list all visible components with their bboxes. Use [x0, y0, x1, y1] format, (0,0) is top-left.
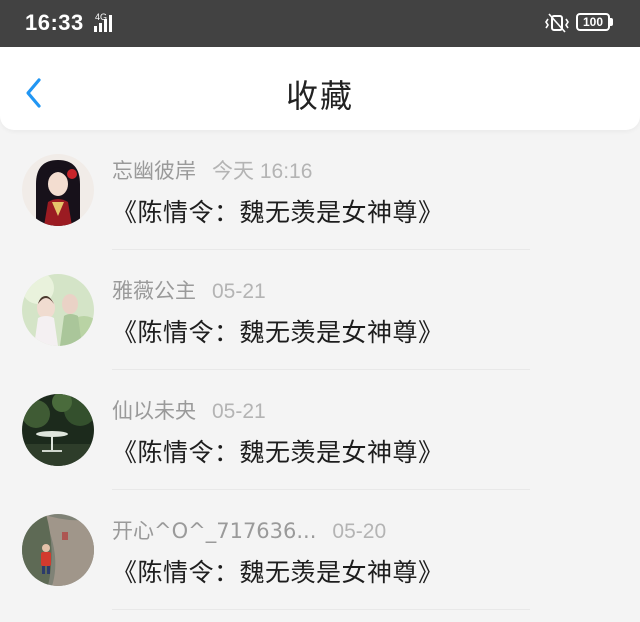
- avatar[interactable]: [22, 154, 94, 226]
- user-name[interactable]: 仙以未央: [112, 399, 196, 423]
- status-bar: 16:33 4G 100: [0, 0, 640, 47]
- item-date: 05-20: [332, 520, 387, 543]
- battery-icon: 100: [576, 13, 610, 31]
- divider: [112, 609, 530, 610]
- list-item[interactable]: 雅薇公主 05-21 《陈情令：魏无羡是女神尊》: [0, 250, 640, 370]
- item-date: 今天 16:16: [212, 160, 313, 183]
- list-item[interactable]: 开心^O^_717636... 05-20 《陈情令：魏无羡是女神尊》: [0, 490, 640, 610]
- status-time: 16:33: [25, 10, 84, 35]
- user-name[interactable]: 开心^O^_717636...: [112, 519, 316, 543]
- vibrate-icon: [545, 13, 569, 33]
- header: 收藏: [0, 47, 640, 130]
- user-name[interactable]: 忘幽彼岸: [112, 159, 196, 183]
- list-item[interactable]: 仙以未央 05-21 《陈情令：魏无羡是女神尊》: [0, 370, 640, 490]
- favorites-list: 忘幽彼岸 今天 16:16 《陈情令：魏无羡是女神尊》 雅薇公主 05-21 《陈情…: [0, 130, 640, 610]
- avatar[interactable]: [22, 394, 94, 466]
- user-name[interactable]: 雅薇公主: [112, 279, 196, 303]
- list-item[interactable]: 忘幽彼岸 今天 16:16 《陈情令：魏无羡是女神尊》: [0, 130, 640, 250]
- item-meta: 仙以未央 05-21: [112, 395, 266, 425]
- book-title[interactable]: 《陈情令：魏无羡是女神尊》: [112, 553, 444, 589]
- book-title[interactable]: 《陈情令：魏无羡是女神尊》: [112, 313, 444, 349]
- avatar[interactable]: [22, 274, 94, 346]
- item-date: 05-21: [212, 400, 266, 423]
- item-meta: 忘幽彼岸 今天 16:16: [112, 155, 312, 185]
- avatar[interactable]: [22, 514, 94, 586]
- page-title: 收藏: [285, 77, 354, 115]
- network-type-label: 4G: [95, 12, 108, 22]
- battery-tip: [610, 18, 613, 26]
- item-date: 05-21: [212, 280, 266, 303]
- item-meta: 开心^O^_717636... 05-20: [112, 515, 386, 545]
- network-indicator: 4G: [92, 12, 120, 37]
- book-title[interactable]: 《陈情令：魏无羡是女神尊》: [112, 433, 444, 469]
- book-title[interactable]: 《陈情令：魏无羡是女神尊》: [112, 193, 444, 229]
- item-meta: 雅薇公主 05-21: [112, 275, 266, 305]
